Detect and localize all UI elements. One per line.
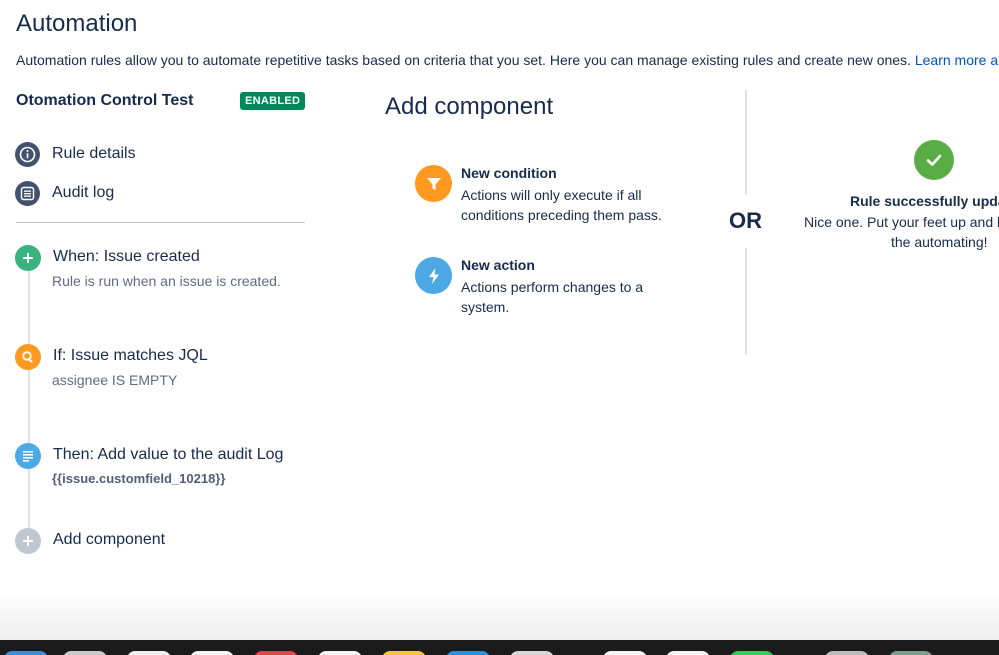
step-title: Then: Add value to the audit Log [53, 446, 284, 463]
dock-app-icon[interactable] [63, 651, 107, 655]
dock-app-icon[interactable] [382, 651, 426, 655]
dock-app-icon[interactable] [446, 651, 490, 655]
dock-app-icon[interactable] [730, 651, 774, 655]
status-badge: ENABLED [240, 92, 306, 110]
separator-line-bottom [745, 248, 747, 354]
page-title: Automation [16, 10, 138, 37]
learn-more-link[interactable]: Learn more ab [915, 52, 999, 68]
step-title: When: Issue created [53, 248, 200, 265]
dock-app-icon[interactable] [318, 651, 362, 655]
page-description: Automation rules allow you to automate r… [16, 52, 999, 68]
step-title: If: Issue matches JQL [53, 347, 208, 364]
filter-icon [415, 165, 452, 202]
success-message: Nice one. Put your feet up and l [804, 214, 999, 230]
dock-app-icon[interactable] [889, 651, 933, 655]
success-message-line2: the automating! [891, 234, 988, 250]
plus-icon [15, 245, 41, 271]
success-title: Rule successfully upda [850, 193, 999, 209]
option-description: Actions will only execute if all conditi… [461, 187, 662, 223]
timeline-line [28, 258, 30, 540]
step-description: assignee IS EMPTY [52, 372, 178, 388]
option-title: New action [461, 257, 535, 273]
checkmark-icon [914, 140, 954, 180]
step-description: {{issue.customfield_10218}} [52, 471, 226, 486]
document-icon [15, 443, 41, 469]
dock-app-icon[interactable] [190, 651, 234, 655]
dock [0, 640, 999, 655]
option-description: Actions perform changes to a system. [461, 279, 644, 315]
separator-line-top [745, 90, 747, 194]
lightning-icon [415, 257, 452, 294]
divider [16, 222, 305, 223]
panel-title: Add component [385, 93, 554, 120]
nav-rule-details-label: Rule details [52, 145, 136, 162]
option-title: New condition [461, 165, 557, 181]
dock-app-icon[interactable] [825, 651, 869, 655]
step-description: Rule is run when an issue is created. [52, 273, 281, 289]
dock-app-icon[interactable] [603, 651, 647, 655]
step-title: Add component [53, 531, 166, 548]
dock-app-icon[interactable] [666, 651, 710, 655]
info-icon [15, 141, 40, 167]
intro-text: Automation rules allow you to automate r… [16, 52, 911, 68]
list-icon [15, 180, 40, 206]
page-footer-fade [0, 590, 999, 640]
plus-icon [15, 528, 41, 554]
search-icon [15, 344, 41, 370]
nav-audit-log[interactable]: Audit log [15, 180, 114, 206]
dock-app-icon[interactable] [254, 651, 298, 655]
rule-name: Otomation Control Test [16, 92, 194, 109]
nav-audit-log-label: Audit log [52, 184, 115, 201]
dock-app-icon[interactable] [510, 651, 554, 655]
or-label: OR [729, 208, 762, 233]
dock-app-icon[interactable] [4, 651, 48, 655]
nav-rule-details[interactable]: Rule details [15, 141, 136, 167]
dock-app-icon[interactable] [127, 651, 171, 655]
